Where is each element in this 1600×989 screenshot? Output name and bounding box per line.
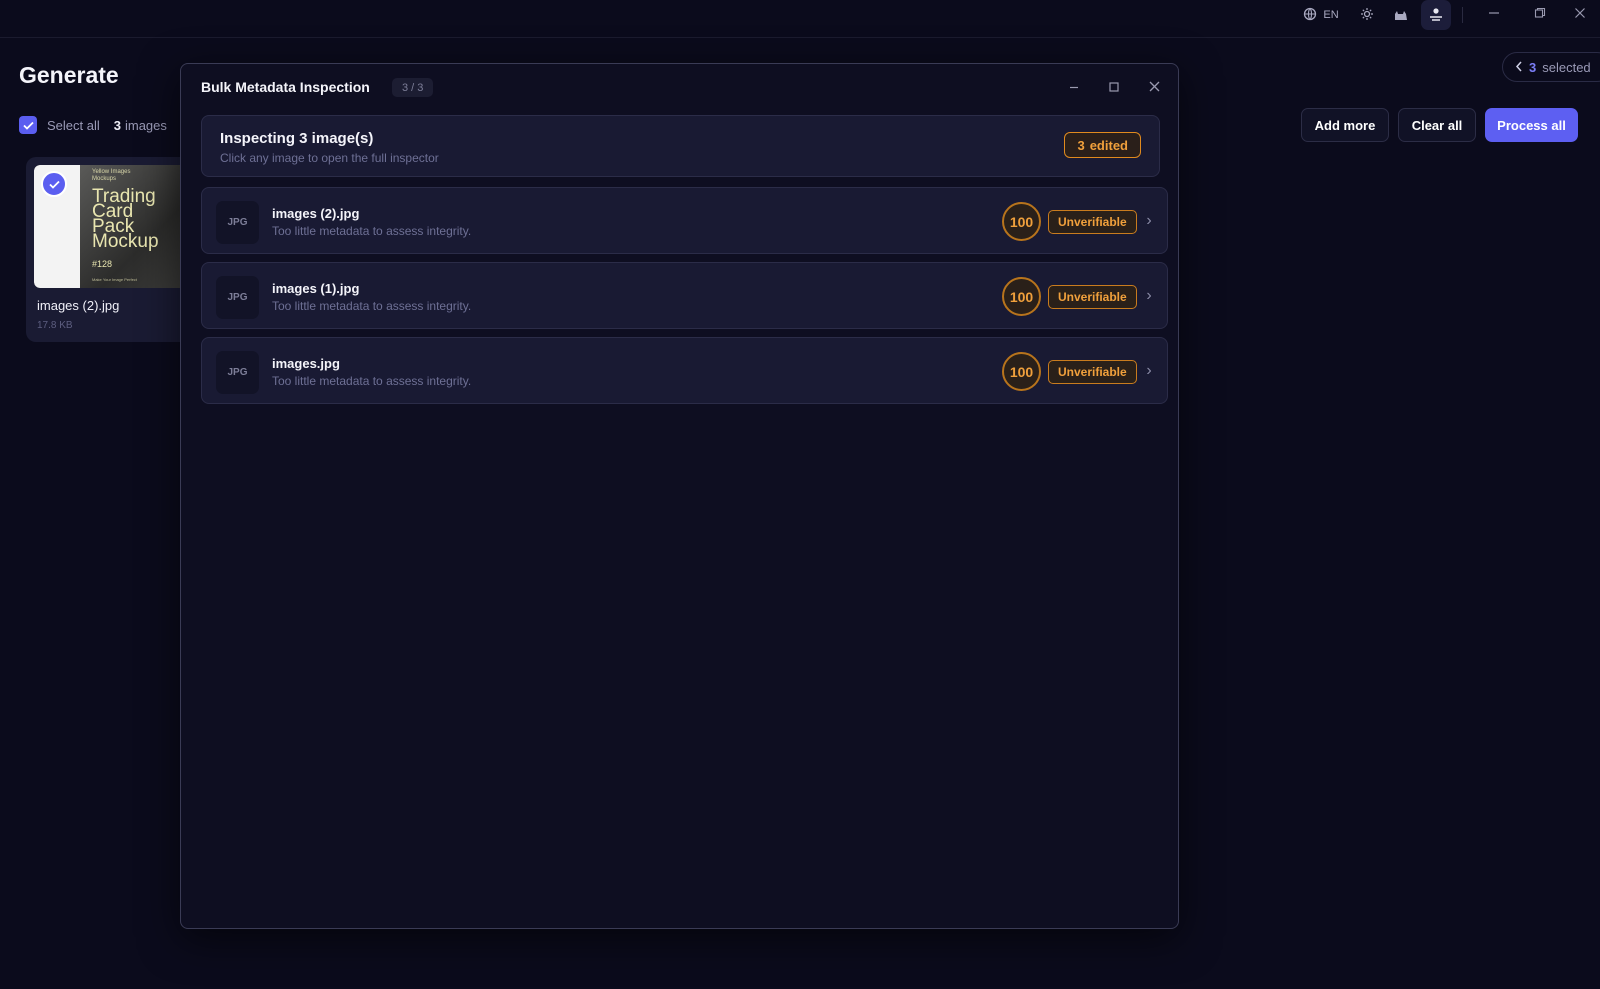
- close-icon: [1574, 6, 1586, 24]
- chevron-right-icon[interactable]: ›: [1142, 360, 1156, 382]
- select-all-checkbox[interactable]: [19, 116, 37, 134]
- maximize-icon: [1109, 79, 1119, 97]
- theme-toggle-button[interactable]: [1352, 0, 1382, 30]
- chevron-left-icon: [1515, 60, 1523, 75]
- edited-label: edited: [1089, 137, 1128, 153]
- selected-label: selected: [1542, 59, 1591, 75]
- select-all-label[interactable]: Select all: [47, 118, 100, 133]
- selected-count: 3: [1529, 59, 1537, 75]
- thumbnail-title-line: Mockup: [92, 231, 159, 252]
- thumbnail-brand-text: Yellow Images Mockups: [92, 169, 131, 182]
- card-selected-checkbox[interactable]: [41, 171, 67, 197]
- restore-icon: [1534, 6, 1546, 24]
- language-selector[interactable]: EN: [1300, 0, 1342, 30]
- cat-icon: [1393, 7, 1409, 24]
- check-icon: [22, 121, 34, 130]
- mascot-button[interactable]: [1386, 0, 1416, 30]
- integrity-score: 100: [1002, 202, 1041, 241]
- modal-close-button[interactable]: [1142, 76, 1166, 100]
- image-card[interactable]: Yellow Images Mockups Trading Card Pack M…: [26, 157, 196, 342]
- page-title: Generate: [19, 62, 119, 88]
- title-bar: EN: [0, 0, 1600, 38]
- modal-title: Bulk Metadata Inspection: [201, 79, 370, 95]
- item-description: Too little metadata to assess integrity.: [272, 374, 472, 388]
- add-more-button[interactable]: Add more: [1301, 108, 1389, 142]
- close-window-button[interactable]: [1560, 0, 1600, 30]
- close-icon: [1149, 79, 1160, 97]
- minimize-button[interactable]: [1474, 0, 1514, 30]
- titlebar-divider: [1462, 7, 1463, 23]
- integrity-score: 100: [1002, 352, 1041, 391]
- select-all-row: Select all 3 images: [19, 116, 167, 134]
- card-filesize: 17.8 KB: [37, 320, 73, 331]
- thumbnail-number: #128: [92, 259, 113, 269]
- selected-panel-toggle[interactable]: 3 selected: [1502, 52, 1600, 82]
- minimize-icon: [1069, 79, 1079, 97]
- status-badge: Unverifiable: [1048, 360, 1137, 384]
- item-filename: images (2).jpg: [272, 206, 360, 221]
- item-description: Too little metadata to assess integrity.: [272, 224, 472, 238]
- image-count-label: images: [124, 117, 167, 133]
- inspection-item[interactable]: JPG images (1).jpg Too little metadata t…: [201, 262, 1168, 329]
- summary-subtitle: Click any image to open the full inspect…: [220, 151, 439, 165]
- status-badge: Unverifiable: [1048, 285, 1137, 309]
- summary-title: Inspecting 3 image(s): [220, 130, 374, 147]
- account-settings-button[interactable]: [1421, 0, 1451, 30]
- card-filename: images (2).jpg: [37, 298, 120, 313]
- modal-counter: 3 / 3: [392, 78, 434, 97]
- minimize-icon: [1488, 6, 1500, 24]
- modal-maximize-button[interactable]: [1102, 76, 1126, 100]
- inspection-summary: Inspecting 3 image(s) Click any image to…: [201, 115, 1160, 177]
- check-icon: [48, 180, 60, 189]
- bulk-inspection-modal: Bulk Metadata Inspection 3 / 3 Inspectin…: [180, 63, 1179, 929]
- status-badge: Unverifiable: [1048, 210, 1137, 234]
- inspection-item[interactable]: JPG images (2).jpg Too little metadata t…: [201, 187, 1168, 254]
- item-description: Too little metadata to assess integrity.: [272, 299, 472, 313]
- image-count: 3: [113, 117, 121, 133]
- clear-all-button[interactable]: Clear all: [1398, 108, 1476, 142]
- edited-count: 3: [1077, 137, 1085, 153]
- integrity-score: 100: [1002, 277, 1041, 316]
- file-type-icon: JPG: [216, 201, 259, 244]
- chevron-right-icon[interactable]: ›: [1142, 285, 1156, 307]
- process-all-button[interactable]: Process all: [1485, 108, 1578, 142]
- chevron-right-icon[interactable]: ›: [1142, 210, 1156, 232]
- modal-minimize-button[interactable]: [1062, 76, 1086, 100]
- globe-icon: [1303, 7, 1317, 24]
- sun-icon: [1360, 7, 1374, 24]
- file-type-icon: JPG: [216, 276, 259, 319]
- item-filename: images (1).jpg: [272, 281, 360, 296]
- language-label: EN: [1323, 9, 1339, 21]
- thumbnail-footer: Make Your Image Perfect: [92, 277, 137, 282]
- item-filename: images.jpg: [272, 356, 340, 371]
- file-type-icon: JPG: [216, 351, 259, 394]
- thumbnail-title: Trading Card Pack Mockup: [92, 187, 159, 252]
- user-settings-icon: [1428, 7, 1444, 24]
- inspection-item[interactable]: JPG images.jpg Too little metadata to as…: [201, 337, 1168, 404]
- restore-button[interactable]: [1520, 0, 1560, 30]
- edited-badge: 3 edited: [1064, 132, 1141, 158]
